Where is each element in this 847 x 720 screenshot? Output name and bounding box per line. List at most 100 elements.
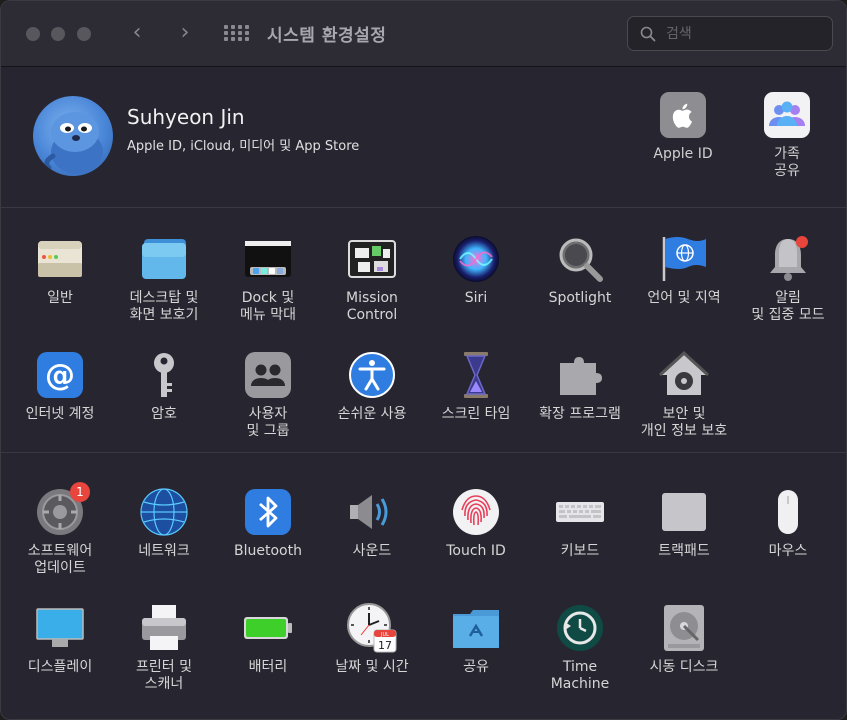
pref-passwords[interactable]: 암호 [112, 349, 216, 423]
date-time-icon: JUL 17 [347, 603, 397, 653]
language-region-icon [662, 237, 706, 281]
pref-label: 공유 [463, 659, 489, 675]
search-input[interactable] [666, 23, 826, 45]
dock-menubar-icon [245, 241, 291, 277]
internet-accounts-icon: @ [37, 352, 83, 398]
pref-internet-accounts[interactable]: @ 인터넷 계정 [8, 349, 112, 423]
bluetooth-icon [245, 489, 291, 535]
pref-label: 디스플레이 [27, 659, 93, 675]
hardware-prefs-section: 1 소프트웨어 업데이트 네트워크 Bluetooth 사운드 Touch ID… [1, 454, 846, 719]
pref-label: 데스크탑 및 화면 보호기 [129, 290, 199, 323]
pref-spotlight[interactable]: Spotlight [528, 233, 632, 307]
pref-network[interactable]: 네트워크 [112, 486, 216, 560]
user-subtitle: Apple ID, iCloud, 미디어 및 App Store [127, 139, 360, 154]
pref-date-time[interactable]: JUL 17 날짜 및 시간 [320, 602, 424, 676]
battery-icon [244, 617, 292, 639]
pref-label: 트랙패드 [658, 543, 710, 559]
back-button[interactable]: ‹ [124, 21, 150, 47]
pref-label: 사운드 [352, 543, 392, 559]
pref-label: 일반 [47, 290, 73, 306]
pref-label: 가족 공유 [774, 146, 800, 179]
pref-label: Dock 및 메뉴 막대 [240, 290, 296, 323]
search-icon [640, 26, 656, 42]
forward-button[interactable]: › [172, 21, 198, 47]
pref-displays[interactable]: 디스플레이 [8, 602, 112, 676]
calendar-day: 17 [378, 639, 392, 652]
pref-software-update[interactable]: 1 소프트웨어 업데이트 [8, 482, 112, 577]
mission-control-icon [348, 240, 396, 278]
pref-extensions[interactable]: 확장 프로그램 [528, 349, 632, 423]
software-update-icon-wrap: 1 [34, 482, 90, 538]
minimize-window-button[interactable] [51, 27, 65, 41]
system-preferences-window: ‹ › 시스템 환경설정 검색 Suhyeon Jin Apple ID, iC… [0, 0, 847, 720]
pref-battery[interactable]: 배터리 [216, 602, 320, 676]
sound-icon [350, 495, 388, 529]
user-avatar[interactable] [33, 96, 113, 176]
time-machine-icon [557, 605, 603, 651]
pref-label: 인터넷 계정 [25, 406, 95, 422]
calendar-month: JUL [380, 632, 389, 638]
pref-label: 손쉬운 사용 [337, 406, 407, 422]
pref-apple-id[interactable]: Apple ID [638, 92, 728, 163]
pref-sound[interactable]: 사운드 [320, 486, 424, 560]
pref-label: Time Machine [550, 659, 610, 692]
pref-time-machine[interactable]: Time Machine [528, 602, 632, 693]
pref-label: 배터리 [248, 659, 288, 675]
pref-keyboard[interactable]: 키보드 [528, 486, 632, 560]
pref-label: 프린터 및 스캐너 [136, 659, 192, 692]
spotlight-icon [559, 238, 603, 282]
window-title: 시스템 환경설정 [267, 26, 387, 46]
pref-label: 암호 [151, 406, 177, 422]
pref-desktop-screensaver[interactable]: 데스크탑 및 화면 보호기 [112, 233, 216, 324]
avatar-seal-icon [44, 112, 103, 174]
pref-general[interactable]: 일반 [8, 233, 112, 307]
trackpad-icon [662, 493, 706, 531]
security-privacy-icon [658, 350, 710, 395]
printers-scanners-icon [142, 605, 186, 650]
screen-time-icon [464, 352, 488, 398]
zoom-window-button[interactable] [77, 27, 91, 41]
pref-dock-menubar[interactable]: Dock 및 메뉴 막대 [216, 233, 320, 324]
titlebar: ‹ › 시스템 환경설정 [1, 1, 846, 67]
sharing-icon [453, 610, 499, 648]
pref-notifications[interactable]: 알림 및 집중 모드 [736, 233, 840, 324]
pref-label: Bluetooth [234, 543, 302, 559]
touch-id-icon [453, 489, 499, 535]
notifications-icon [770, 236, 808, 281]
account-section: Suhyeon Jin Apple ID, iCloud, 미디어 및 App … [1, 68, 846, 208]
pref-family-sharing[interactable]: 가족 공유 [742, 92, 832, 180]
svg-text:@: @ [45, 358, 75, 393]
show-all-grid-icon[interactable] [224, 25, 249, 43]
pref-trackpad[interactable]: 트랙패드 [632, 486, 736, 560]
user-name: Suhyeon Jin [127, 105, 245, 129]
desktop-screensaver-icon [142, 239, 186, 279]
pref-touch-id[interactable]: Touch ID [424, 486, 528, 560]
pref-label: 시동 디스크 [649, 659, 719, 675]
pref-sharing[interactable]: 공유 [424, 602, 528, 676]
extensions-icon [560, 357, 602, 395]
pref-label: Spotlight [548, 290, 612, 306]
pref-screen-time[interactable]: 스크린 타임 [424, 349, 528, 423]
pref-siri[interactable]: Siri [424, 233, 528, 307]
pref-mission-control[interactable]: Mission Control [320, 233, 424, 324]
pref-mouse[interactable]: 마우스 [736, 486, 840, 560]
pref-label: 네트워크 [138, 543, 190, 559]
displays-icon [36, 608, 84, 647]
pref-label: Mission Control [346, 290, 398, 323]
pref-accessibility[interactable]: 손쉬운 사용 [320, 349, 424, 423]
pref-label: Apple ID [653, 146, 713, 162]
pref-security-privacy[interactable]: 보안 및 개인 정보 보호 [632, 349, 736, 440]
pref-bluetooth[interactable]: Bluetooth [216, 486, 320, 560]
pref-language-region[interactable]: 언어 및 지역 [632, 233, 736, 307]
pref-label: 사용자 및 그룹 [246, 406, 290, 439]
mouse-icon [778, 490, 798, 534]
pref-startup-disk[interactable]: 시동 디스크 [632, 602, 736, 676]
close-window-button[interactable] [26, 27, 40, 41]
keyboard-icon [556, 502, 604, 522]
pref-label: Siri [464, 290, 488, 306]
search-field[interactable] [627, 16, 833, 51]
pref-label: 소프트웨어 업데이트 [27, 543, 93, 576]
pref-users-groups[interactable]: 사용자 및 그룹 [216, 349, 320, 440]
pref-label: 스크린 타임 [441, 406, 511, 422]
pref-printers-scanners[interactable]: 프린터 및 스캐너 [112, 602, 216, 693]
